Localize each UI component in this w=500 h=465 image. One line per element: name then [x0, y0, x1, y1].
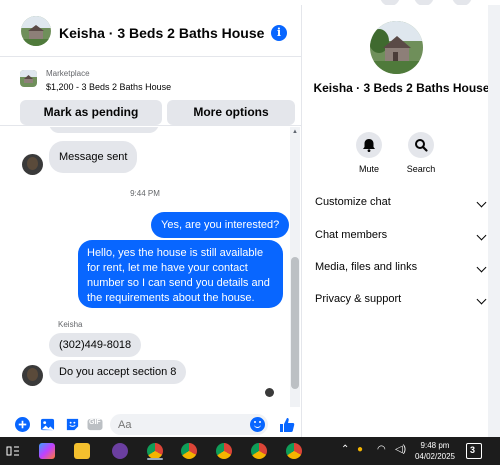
- message-input-box[interactable]: [110, 414, 268, 435]
- chat-header: Keisha · 3 Beds 2 Baths House i: [0, 5, 302, 57]
- chat-members-item[interactable]: Chat members: [315, 229, 487, 249]
- gif-label: GIF: [89, 419, 101, 426]
- listing-large-avatar[interactable]: [370, 21, 423, 74]
- menu-item-label: Privacy & support: [315, 293, 402, 305]
- chrome-icon[interactable]: [216, 443, 232, 459]
- windows-taskbar: ⌃ ● ◠ ◁) 9:48 pm 04/02/2025 3: [0, 437, 500, 465]
- bell-icon[interactable]: [356, 132, 382, 158]
- chat-details-panel: Keisha · 3 Beds 2 Baths House Mute Searc…: [303, 5, 500, 437]
- notification-icon[interactable]: 3: [466, 443, 482, 459]
- plus-circle-icon[interactable]: [15, 417, 30, 432]
- marketplace-label: Marketplace: [46, 69, 90, 78]
- chevron-down-icon: [476, 262, 487, 273]
- seen-receipt-avatar: [265, 388, 274, 397]
- profile-app-icon[interactable]: [112, 443, 128, 459]
- message-timestamp: 9:44 PM: [130, 189, 160, 198]
- chat-title[interactable]: Keisha · 3 Beds 2 Baths House: [59, 25, 264, 41]
- chevron-up-icon[interactable]: ⌃: [341, 444, 349, 455]
- chevron-down-icon: [476, 230, 487, 241]
- listing-thumbnail[interactable]: [20, 70, 37, 87]
- volume-icon[interactable]: ◁): [395, 444, 406, 455]
- listing-price[interactable]: $1,200 - 3 Beds 2 Baths House: [46, 82, 171, 92]
- chrome-icon[interactable]: [181, 443, 197, 459]
- sender-avatar[interactable]: [22, 154, 43, 175]
- scroll-up-arrow-icon[interactable]: ▲: [292, 129, 298, 135]
- thumbs-up-icon[interactable]: [279, 417, 295, 433]
- message-bubble-incoming[interactable]: Message sent: [49, 141, 138, 173]
- message-bubble-incoming[interactable]: Do you accept section 8: [49, 360, 187, 384]
- clock-date: 04/02/2025: [414, 452, 456, 461]
- search-icon[interactable]: [408, 132, 434, 158]
- customize-chat-item[interactable]: Customize chat: [315, 196, 487, 216]
- message-list: Message sent 9:44 PM Yes, are you intere…: [0, 127, 290, 407]
- copilot-icon[interactable]: [39, 443, 55, 459]
- task-view-icon[interactable]: [5, 443, 21, 459]
- chrome-icon[interactable]: [251, 443, 267, 459]
- screen: Keisha · 3 Beds 2 Baths House i Marketpl…: [0, 0, 500, 465]
- clock-time: 9:48 pm: [420, 441, 450, 450]
- emoji-icon[interactable]: [250, 417, 265, 432]
- chevron-down-icon: [476, 294, 487, 305]
- clock[interactable]: 9:48 pm 04/02/2025: [412, 440, 458, 462]
- search-label: Search: [406, 164, 436, 174]
- page-scrollbar[interactable]: [488, 5, 500, 437]
- menu-item-label: Chat members: [315, 229, 388, 241]
- search-action[interactable]: Search: [396, 132, 446, 174]
- chevron-down-icon: [476, 197, 487, 208]
- onedrive-icon[interactable]: ●: [357, 444, 363, 455]
- chat-scroll-thumb[interactable]: [291, 257, 299, 389]
- media-files-links-item[interactable]: Media, files and links: [315, 261, 487, 281]
- chrome-icon[interactable]: [286, 443, 302, 459]
- message-bubble-incoming[interactable]: (302)449-8018: [49, 333, 142, 357]
- mark-as-pending-button[interactable]: Mark as pending: [20, 100, 162, 125]
- message-input[interactable]: [118, 417, 238, 432]
- mute-label: Mute: [358, 164, 379, 174]
- marketplace-banner: Marketplace $1,200 - 3 Beds 2 Baths Hous…: [0, 58, 302, 126]
- cropped-message-bubble: [49, 127, 159, 133]
- menu-item-label: Customize chat: [315, 196, 391, 208]
- notification-count: 3: [470, 445, 476, 455]
- listing-avatar[interactable]: [21, 16, 51, 46]
- sender-avatar[interactable]: [22, 365, 43, 386]
- sender-name: Keisha: [58, 320, 83, 329]
- file-explorer-icon[interactable]: [74, 443, 90, 459]
- chat-scrollbar[interactable]: ▲: [290, 127, 300, 407]
- info-icon[interactable]: i: [271, 25, 287, 41]
- chrome-icon[interactable]: [147, 443, 163, 459]
- message-composer: GIF: [0, 409, 302, 439]
- message-bubble-outgoing[interactable]: Yes, are you interested?: [151, 212, 290, 238]
- photo-icon[interactable]: [40, 417, 55, 432]
- mute-action[interactable]: Mute: [344, 132, 394, 174]
- more-options-button[interactable]: More options: [167, 100, 295, 125]
- message-bubble-outgoing[interactable]: Hello, yes the house is still available …: [78, 240, 283, 308]
- active-window-indicator: [147, 458, 163, 460]
- chat-panel: Keisha · 3 Beds 2 Baths House i Marketpl…: [0, 5, 302, 437]
- menu-item-label: Media, files and links: [315, 261, 418, 273]
- details-name: Keisha · 3 Beds 2 Baths House: [313, 81, 490, 95]
- sticker-icon[interactable]: [65, 417, 80, 432]
- privacy-support-item[interactable]: Privacy & support: [315, 293, 487, 313]
- wifi-icon[interactable]: ◠: [377, 444, 386, 455]
